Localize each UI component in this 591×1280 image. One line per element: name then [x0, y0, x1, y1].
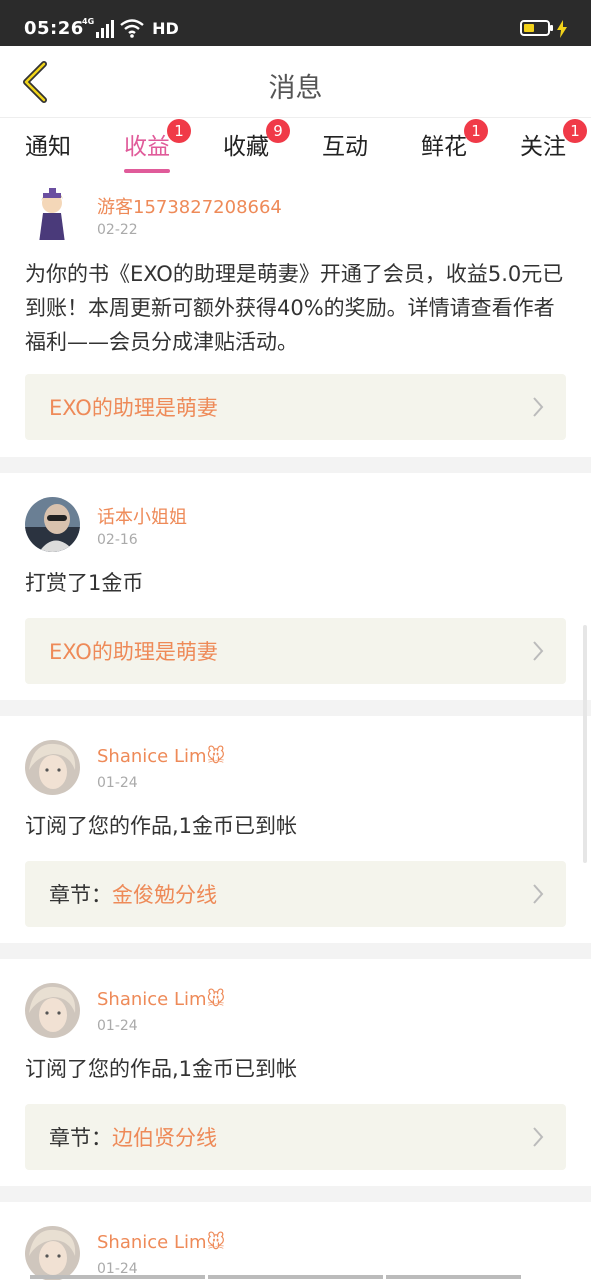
message-card: Shanice Lim🐭 01-24 订阅了您的作品,1金币已到帐 章节：金俊勉…: [0, 716, 591, 943]
wifi-icon: [120, 19, 144, 38]
tab-interactions[interactable]: 互动: [305, 127, 385, 173]
battery-icon: [520, 20, 553, 36]
link-title: EXO的助理是萌妻: [49, 640, 218, 664]
tab-label: 互动: [322, 134, 368, 160]
message-text: 为你的书《EXO的助理是萌妻》开通了会员，收益5.0元已到账！本周更新可额外获得…: [25, 262, 564, 354]
signal-icon: [96, 20, 115, 38]
tab-badge: 1: [167, 119, 191, 143]
message-card: Shanice Lim🐭 01-24: [0, 1202, 591, 1280]
charging-bolt-icon: [557, 20, 567, 38]
book-link-label: EXO的助理是萌妻: [49, 392, 218, 422]
user-name[interactable]: 话本小姐姐: [97, 503, 187, 529]
app-header: 消息: [0, 46, 591, 118]
scrollbar[interactable]: [583, 625, 587, 863]
tab-label: 关注: [520, 134, 566, 160]
book-link[interactable]: EXO的助理是萌妻: [25, 374, 566, 440]
chevron-right-icon: [533, 1127, 544, 1147]
tab-favorites[interactable]: 收藏 9: [206, 119, 290, 173]
tab-earnings[interactable]: 收益 1: [107, 119, 191, 173]
status-icons: 4G HD: [82, 18, 179, 38]
status-bar: 05:26 4G HD: [0, 0, 591, 46]
chapter-link-label: 章节：边伯贤分线: [49, 1122, 217, 1152]
message-card: 游客1573827208664 02-22 为你的书《EXO的助理是萌妻》开通了…: [0, 177, 591, 457]
link-title: 边伯贤分线: [112, 1126, 217, 1150]
user-name[interactable]: 游客1573827208664: [97, 193, 282, 219]
link-prefix: 章节：: [49, 883, 112, 907]
tab-notifications[interactable]: 通知: [8, 127, 88, 173]
book-link-label: EXO的助理是萌妻: [49, 636, 218, 666]
message-date: 01-24: [97, 775, 138, 791]
status-time: 05:26: [24, 18, 84, 39]
tab-flowers[interactable]: 鲜花 1: [404, 119, 488, 173]
message-text: 订阅了您的作品,1金币已到帐: [25, 1057, 298, 1081]
chevron-right-icon: [533, 884, 544, 904]
avatar[interactable]: [25, 1226, 80, 1280]
divider: [0, 1186, 591, 1202]
divider: [0, 700, 591, 716]
tab-label: 收藏: [223, 134, 269, 160]
tab-badge: 1: [563, 119, 587, 143]
link-prefix: 章节：: [49, 1126, 112, 1150]
user-name[interactable]: Shanice Lim🐭: [97, 746, 225, 767]
message-date: 02-16: [97, 532, 138, 548]
message-date: 02-22: [97, 222, 138, 238]
tab-label: 收益: [124, 134, 170, 160]
tab-label: 鲜花: [421, 134, 467, 160]
avatar[interactable]: [25, 983, 80, 1038]
chapter-link[interactable]: 章节：金俊勉分线: [25, 861, 566, 927]
message-card: Shanice Lim🐭 01-24 订阅了您的作品,1金币已到帐 章节：边伯贤…: [0, 959, 591, 1186]
chapter-link-label: 章节：金俊勉分线: [49, 879, 217, 909]
user-name[interactable]: Shanice Lim🐭: [97, 1232, 225, 1253]
message-card: 话本小姐姐 02-16 打赏了1金币 EXO的助理是萌妻: [0, 473, 591, 700]
link-title: 金俊勉分线: [112, 883, 217, 907]
avatar[interactable]: [25, 497, 80, 552]
avatar[interactable]: [25, 740, 80, 795]
link-title: EXO的助理是萌妻: [49, 396, 218, 420]
tab-bar: 通知 收益 1 收藏 9 互动 鲜花 1 关注 1: [0, 119, 591, 177]
divider: [0, 457, 591, 473]
network-type-label: 4G: [82, 17, 95, 26]
active-tab-indicator: [124, 169, 170, 173]
message-text: 订阅了您的作品,1金币已到帐: [25, 814, 298, 838]
chevron-right-icon: [533, 641, 544, 661]
chevron-right-icon: [533, 397, 544, 417]
message-date: 01-24: [97, 1018, 138, 1034]
message-text: 打赏了1金币: [25, 571, 144, 595]
avatar[interactable]: [25, 185, 80, 240]
chapter-link[interactable]: 章节：边伯贤分线: [25, 1104, 566, 1170]
tab-label: 通知: [25, 134, 71, 160]
book-link[interactable]: EXO的助理是萌妻: [25, 618, 566, 684]
tab-follows[interactable]: 关注 1: [503, 119, 587, 173]
tab-badge: 9: [266, 119, 290, 143]
user-name[interactable]: Shanice Lim🐭: [97, 989, 225, 1010]
page-title: 消息: [268, 73, 323, 104]
divider: [0, 943, 591, 959]
tab-badge: 1: [464, 119, 488, 143]
hd-label: HD: [152, 19, 179, 38]
bottom-indicator: [0, 1275, 591, 1280]
